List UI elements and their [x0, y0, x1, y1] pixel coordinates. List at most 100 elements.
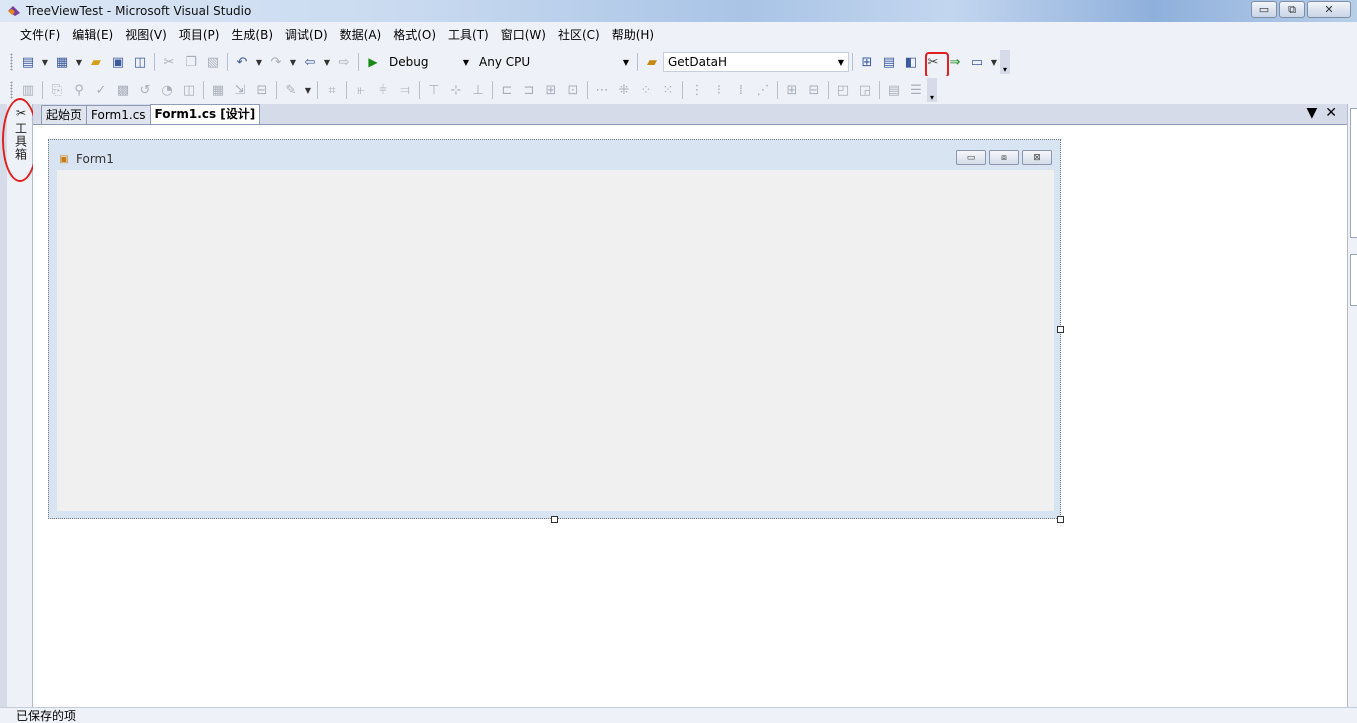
- menu-edit[interactable]: 编辑(E): [66, 22, 119, 48]
- solution-explorer-icon[interactable]: ⊞: [857, 52, 877, 72]
- center-horizontally-icon[interactable]: ⊞: [782, 80, 802, 100]
- navigate-dropdown-icon[interactable]: ▼: [322, 52, 332, 72]
- menu-help[interactable]: 帮助(H): [606, 22, 660, 48]
- check-icon[interactable]: ✓: [91, 80, 111, 100]
- resize-handle-bottom[interactable]: [551, 516, 558, 523]
- toolbar-overflow-icon[interactable]: ▾: [927, 78, 937, 102]
- v-spacing-increase-icon[interactable]: ⁝: [709, 80, 729, 100]
- separator: [637, 53, 638, 71]
- tab-order-list-icon[interactable]: ☰: [906, 80, 926, 100]
- v-spacing-remove-icon[interactable]: ⋰: [753, 80, 773, 100]
- align-lefts-icon[interactable]: ⫦: [351, 80, 371, 100]
- send-icon[interactable]: ⇲: [230, 80, 250, 100]
- restore-button[interactable]: ⧉: [1279, 1, 1305, 18]
- bring-to-front-icon[interactable]: ◰: [833, 80, 853, 100]
- menu-debug[interactable]: 调试(D): [279, 22, 334, 48]
- minimize-button[interactable]: ▭: [1251, 1, 1277, 18]
- align-to-grid-icon[interactable]: ⌗: [322, 80, 342, 100]
- new-project-icon[interactable]: ▤: [18, 52, 38, 72]
- form1-client-area[interactable]: [57, 170, 1054, 511]
- toolbar-grip[interactable]: [10, 81, 13, 99]
- h-spacing-equal-icon[interactable]: ⋯: [592, 80, 612, 100]
- resize-handle-corner[interactable]: [1057, 516, 1064, 523]
- menu-file[interactable]: 文件(F): [14, 22, 66, 48]
- lock-icon[interactable]: ▩: [113, 80, 133, 100]
- toolbar-grip[interactable]: [10, 53, 13, 71]
- make-same-height-icon[interactable]: ⊐: [519, 80, 539, 100]
- grid-icon[interactable]: ▦: [208, 80, 228, 100]
- redo-dropdown-icon[interactable]: ▼: [288, 52, 298, 72]
- h-spacing-decrease-icon[interactable]: ⁘: [636, 80, 656, 100]
- align-centers-icon[interactable]: ⫩: [373, 80, 393, 100]
- align-bottoms-icon[interactable]: ⊥: [468, 80, 488, 100]
- form-minimize-button[interactable]: ▭: [956, 150, 986, 165]
- save-all-icon[interactable]: ◫: [130, 52, 150, 72]
- close-document-icon[interactable]: ✕: [1325, 105, 1337, 121]
- solution-config-combo[interactable]: Debug ▼: [384, 52, 474, 72]
- tab-order-icon[interactable]: ⊟: [252, 80, 272, 100]
- resize-handle-right[interactable]: [1057, 326, 1064, 333]
- history-icon[interactable]: ◔: [157, 80, 177, 100]
- h-spacing-remove-icon[interactable]: ⁙: [658, 80, 678, 100]
- layout-icon[interactable]: ▥: [18, 80, 38, 100]
- navigate-backward-icon[interactable]: ⇦: [300, 52, 320, 72]
- find-in-files-icon[interactable]: ▰: [642, 52, 662, 72]
- toolbar-overflow-icon[interactable]: ▾: [1000, 50, 1010, 74]
- object-browser-icon[interactable]: ◧: [901, 52, 921, 72]
- tab-start-page[interactable]: 起始页: [41, 105, 88, 124]
- start-debugging-icon[interactable]: ▶: [363, 52, 383, 72]
- make-same-width-icon[interactable]: ⊏: [497, 80, 517, 100]
- size-to-grid-icon[interactable]: ⊞: [541, 80, 561, 100]
- properties-window-icon[interactable]: ▤: [879, 52, 899, 72]
- v-spacing-decrease-icon[interactable]: ⁞: [731, 80, 751, 100]
- other-windows-icon[interactable]: ▭: [967, 52, 987, 72]
- menu-window[interactable]: 窗口(W): [495, 22, 552, 48]
- dropdown-icon[interactable]: ▼: [303, 80, 313, 100]
- align-tops-icon[interactable]: ⊤: [424, 80, 444, 100]
- other-windows-dropdown-icon[interactable]: ▼: [989, 52, 999, 72]
- menu-community[interactable]: 社区(C): [552, 22, 606, 48]
- v-spacing-equal-icon[interactable]: ⋮: [687, 80, 707, 100]
- lock-controls-icon[interactable]: ▤: [884, 80, 904, 100]
- open-folder-icon[interactable]: ▰: [86, 52, 106, 72]
- form-close-button[interactable]: ⊠: [1022, 150, 1052, 165]
- new-project-dropdown-icon[interactable]: ▼: [40, 52, 50, 72]
- active-files-dropdown-icon[interactable]: ▼: [1306, 105, 1317, 121]
- menu-data[interactable]: 数据(A): [334, 22, 388, 48]
- right-dock-tab-properties[interactable]: [1350, 254, 1357, 306]
- align-rights-icon[interactable]: ⫤: [395, 80, 415, 100]
- redo-icon[interactable]: ↷: [266, 52, 286, 72]
- close-button[interactable]: ✕: [1307, 1, 1351, 18]
- tab-form1-design[interactable]: Form1.cs [设计]: [149, 104, 261, 124]
- pin-icon[interactable]: ⚲: [69, 80, 89, 100]
- spell-icon[interactable]: ✎: [281, 80, 301, 100]
- compare-icon[interactable]: ◫: [179, 80, 199, 100]
- paste-icon[interactable]: ▧: [203, 52, 223, 72]
- center-vertically-icon[interactable]: ⊟: [804, 80, 824, 100]
- send-to-back-icon[interactable]: ◲: [855, 80, 875, 100]
- form-maximize-button[interactable]: ⧈: [989, 150, 1019, 165]
- tab-form1-code[interactable]: Form1.cs: [86, 105, 151, 124]
- form1-window[interactable]: ▣ Form1 ▭ ⧈ ⊠: [48, 139, 1061, 519]
- undo-icon[interactable]: ↶: [232, 52, 252, 72]
- find-combo[interactable]: GetDataH ▼: [663, 52, 849, 72]
- menu-view[interactable]: 视图(V): [119, 22, 173, 48]
- make-same-size-icon[interactable]: ⊡: [563, 80, 583, 100]
- add-item-dropdown-icon[interactable]: ▼: [74, 52, 84, 72]
- menu-tools[interactable]: 工具(T): [442, 22, 495, 48]
- add-item-icon[interactable]: ▦: [52, 52, 72, 72]
- menu-format[interactable]: 格式(O): [387, 22, 442, 48]
- align-middles-icon[interactable]: ⊹: [446, 80, 466, 100]
- undo-check-icon[interactable]: ↺: [135, 80, 155, 100]
- menu-build[interactable]: 生成(B): [225, 22, 279, 48]
- align-icon[interactable]: ⎘: [47, 80, 67, 100]
- right-dock-tab-solution-explorer[interactable]: [1350, 108, 1357, 238]
- menu-project[interactable]: 项目(P): [173, 22, 226, 48]
- h-spacing-increase-icon[interactable]: ⁜: [614, 80, 634, 100]
- undo-dropdown-icon[interactable]: ▼: [254, 52, 264, 72]
- cut-icon[interactable]: ✂: [159, 52, 179, 72]
- copy-icon[interactable]: ❐: [181, 52, 201, 72]
- solution-platform-combo[interactable]: Any CPU ▼: [474, 52, 634, 72]
- navigate-forward-icon[interactable]: ⇨: [334, 52, 354, 72]
- save-icon[interactable]: ▣: [108, 52, 128, 72]
